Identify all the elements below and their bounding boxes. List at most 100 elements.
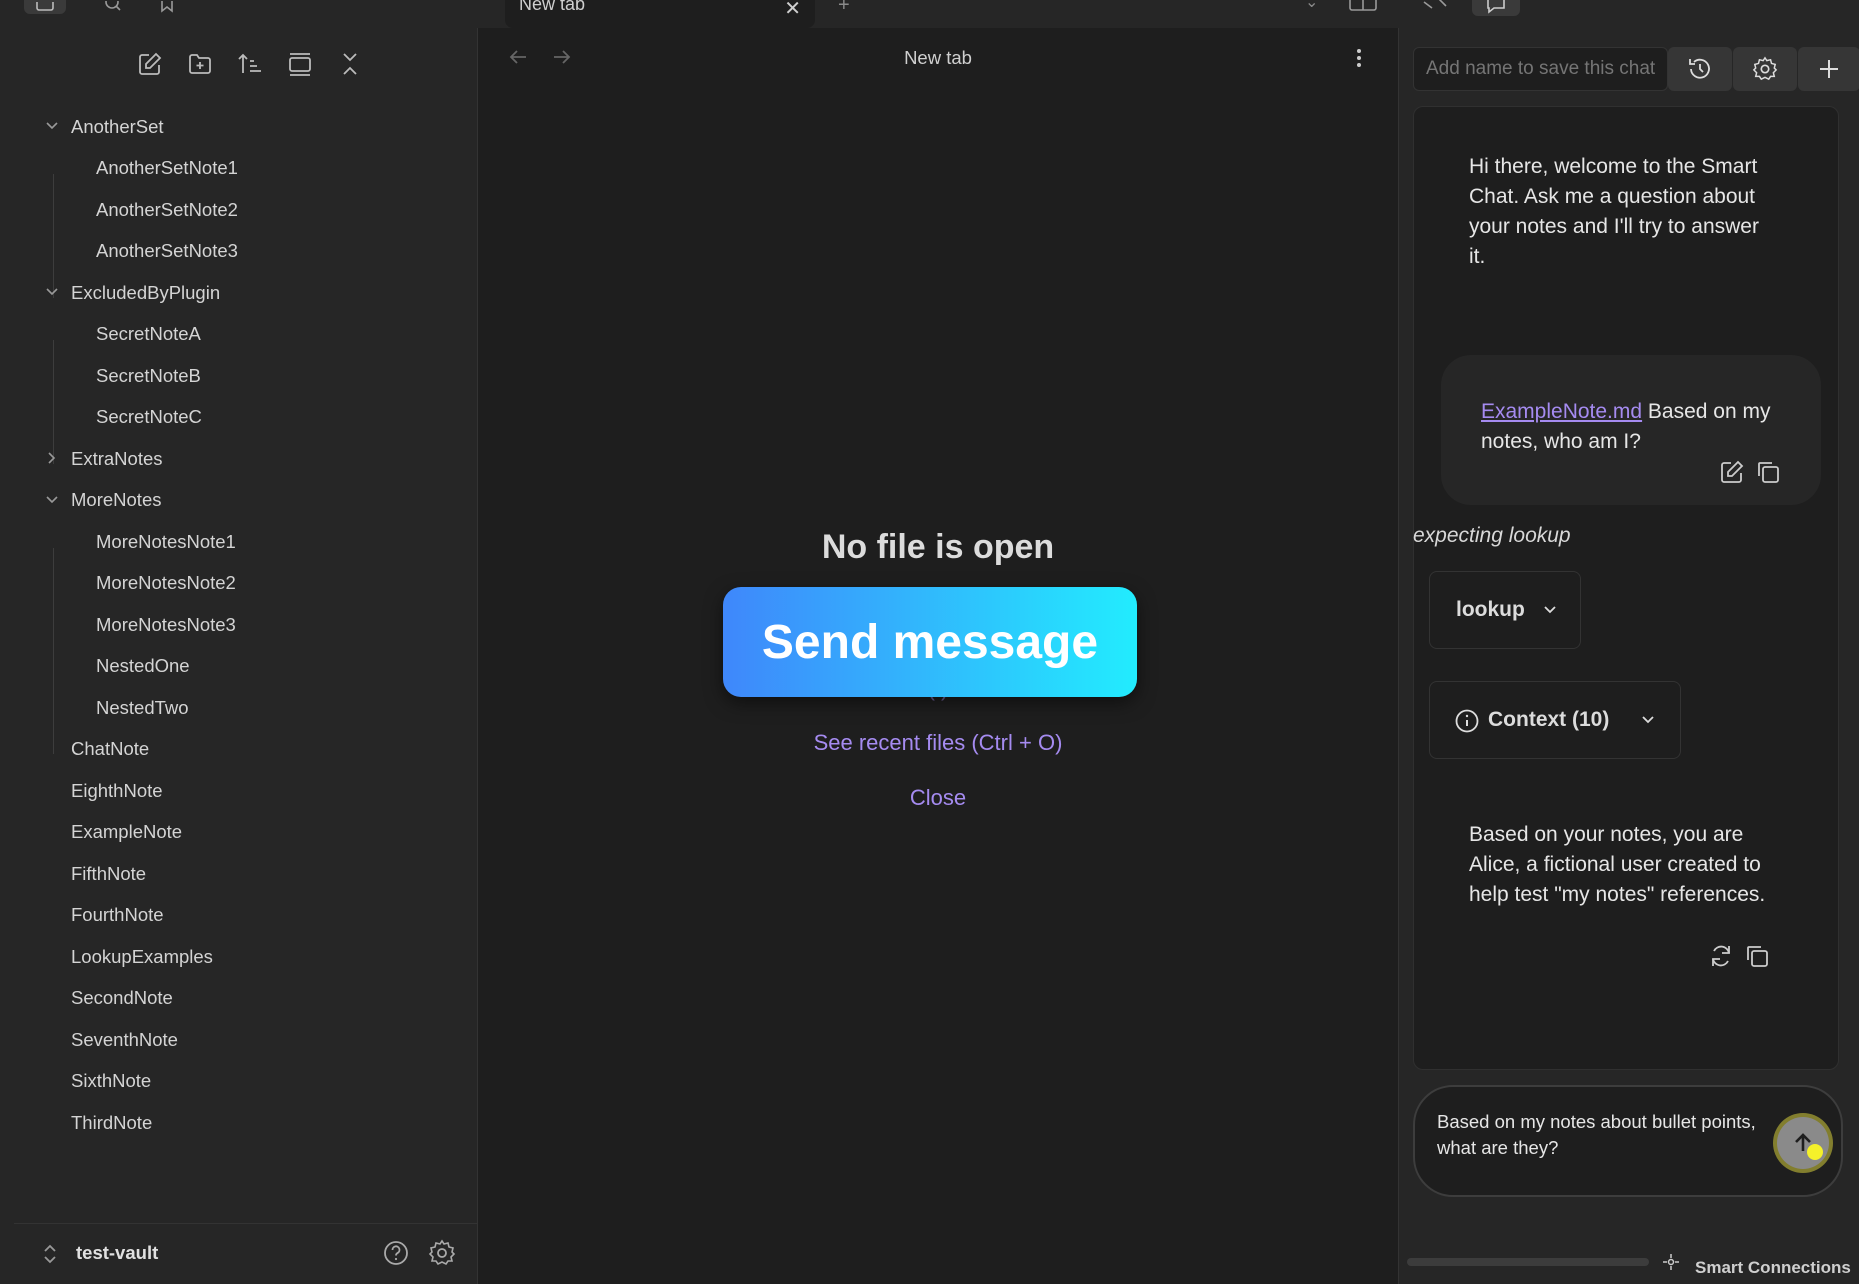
send-button[interactable] (1777, 1117, 1829, 1169)
tree-file[interactable]: SecretNoteB (14, 355, 478, 397)
tree-folder[interactable]: ExtraNotes (14, 438, 478, 480)
more-options-icon[interactable] (1355, 46, 1363, 70)
tab-list-chevron-icon[interactable]: ⌄ (1305, 0, 1318, 12)
answer-actions (1708, 943, 1770, 969)
split-view-icon[interactable] (1348, 0, 1378, 14)
user-message-text: ExampleNote.md Based on my notes, who am… (1481, 397, 1801, 457)
tree-file[interactable]: SeventhNote (14, 1019, 478, 1061)
sort-button[interactable] (234, 48, 266, 80)
tab-new-tab[interactable]: New tab ✕ (505, 0, 815, 28)
tree-item-label: EighthNote (71, 779, 163, 801)
recent-files-link[interactable]: See recent files (Ctrl + O) (479, 730, 1397, 756)
tree-file[interactable]: SecretNoteC (14, 397, 478, 439)
tree-file[interactable]: MoreNotesNote2 (14, 563, 478, 605)
tree-file[interactable]: AnotherSetNote3 (14, 231, 478, 273)
context-dropdown[interactable]: Context (10) (1429, 681, 1681, 759)
assistant-welcome-message: Hi there, welcome to the Smart Chat. Ask… (1469, 155, 1759, 268)
auto-reveal-button[interactable] (284, 48, 316, 80)
gear-icon (1752, 56, 1778, 81)
search-view-button[interactable] (92, 0, 134, 14)
copy-icon[interactable] (1744, 943, 1770, 969)
send-message-overlay-button[interactable]: Send message (723, 587, 1137, 697)
plus-icon (1820, 60, 1838, 78)
file-explorer: AnotherSet AnotherSetNote1 AnotherSetNote2… (14, 28, 478, 1284)
close-link[interactable]: Close (479, 785, 1397, 811)
tree-file[interactable]: ChatNote (14, 729, 478, 771)
vault-switcher-icon[interactable] (42, 1242, 58, 1266)
tab-close-icon[interactable]: ✕ (784, 0, 801, 21)
horizontal-scrollbar[interactable] (1407, 1258, 1649, 1266)
tree-folder[interactable]: AnotherSet (14, 106, 478, 148)
new-folder-icon (189, 54, 211, 74)
tab-title: New tab (519, 0, 586, 14)
file-explorer-toolbar (134, 48, 366, 80)
file-tree: AnotherSet AnotherSetNote1 AnotherSetNote2… (14, 106, 478, 1144)
tree-item-label: FifthNote (71, 862, 147, 884)
lookup-dropdown[interactable]: lookup (1429, 571, 1581, 649)
copy-icon[interactable] (1755, 459, 1781, 485)
tree-file[interactable]: FifthNote (14, 853, 478, 895)
tree-item-label: AnotherSet (71, 115, 164, 137)
tree-file[interactable]: SecretNoteA (14, 314, 478, 356)
tree-file[interactable]: ExampleNote (14, 812, 478, 854)
folder-icon (36, 2, 54, 11)
chat-history-button[interactable] (1668, 47, 1732, 91)
tree-file[interactable]: ThirdNote (14, 1102, 478, 1144)
smart-connections-label[interactable]: Smart Connections (1695, 1258, 1851, 1278)
tree-item-label: SecondNote (71, 987, 173, 1009)
chat-bubble-icon (1487, 0, 1505, 14)
tree-folder[interactable]: MoreNotes (14, 480, 478, 522)
chat-name-input[interactable] (1413, 47, 1668, 91)
tree-file[interactable]: NestedTwo (14, 687, 478, 729)
chevron-down-icon (46, 495, 58, 503)
edit-icon[interactable] (1719, 459, 1745, 485)
tree-item-label: SeventhNote (71, 1028, 178, 1050)
new-folder-button[interactable] (184, 48, 216, 80)
main-pane: New tab No file is open ( ) Send message… (479, 28, 1397, 1284)
chat-settings-button[interactable] (1733, 47, 1797, 91)
new-note-button[interactable] (134, 48, 166, 80)
new-tab-icon[interactable]: + (838, 0, 850, 17)
note-link[interactable]: ExampleNote.md (1481, 400, 1642, 423)
empty-state-title: No file is open (821, 528, 1055, 566)
tree-file[interactable]: AnotherSetNote1 (14, 148, 478, 190)
tree-item-label: SecretNoteA (96, 323, 201, 345)
smart-connections-icon[interactable] (1661, 1252, 1681, 1272)
title-bar: New tab ✕ + ⌄ (0, 0, 1859, 28)
bookmark-icon (161, 1, 173, 13)
auto-reveal-icon (289, 53, 311, 76)
chevron-down-icon (46, 288, 58, 296)
tree-file[interactable]: EighthNote (14, 770, 478, 812)
tree-file[interactable]: FourthNote (14, 895, 478, 937)
files-view-button[interactable] (24, 0, 66, 14)
tree-item-label: MoreNotesNote3 (96, 613, 236, 635)
chat-input[interactable]: Based on my notes about bullet points, w… (1413, 1085, 1843, 1197)
bookmarks-view-button[interactable] (146, 0, 188, 14)
tree-item-label: ThirdNote (71, 1111, 153, 1133)
tree-file[interactable]: MoreNotesNote1 (14, 521, 478, 563)
tree-item-label: ChatNote (71, 738, 150, 760)
send-message-label: Send message (761, 615, 1099, 669)
right-sidebar-toggle-icon[interactable] (1420, 0, 1450, 14)
smart-connections-footer: Smart Connections (1399, 1254, 1859, 1284)
regenerate-icon[interactable] (1708, 943, 1734, 969)
tree-file[interactable]: MoreNotesNote3 (14, 604, 478, 646)
tree-file[interactable]: SecondNote (14, 978, 478, 1020)
chevron-down-icon (46, 122, 58, 130)
tree-file[interactable]: SixthNote (14, 1061, 478, 1103)
tree-file[interactable]: AnotherSetNote2 (14, 189, 478, 231)
tree-folder[interactable]: ExcludedByPlugin (14, 272, 478, 314)
tree-file[interactable]: NestedOne (14, 646, 478, 688)
new-chat-button[interactable] (1798, 47, 1859, 91)
chat-input-text[interactable]: Based on my notes about bullet points, w… (1437, 1109, 1757, 1161)
smart-chat-view-button[interactable] (1472, 0, 1520, 16)
settings-gear-icon[interactable] (428, 1239, 456, 1267)
vault-name[interactable]: test-vault (76, 1242, 158, 1264)
tree-item-label: ExampleNote (71, 821, 183, 843)
lookup-label: lookup (1456, 598, 1525, 621)
tree-item-label: ExtraNotes (71, 447, 163, 469)
tree-file[interactable]: LookupExamples (14, 936, 478, 978)
collapse-all-button[interactable] (334, 48, 366, 80)
app-window: New tab ✕ + ⌄ AnotherSet AnotherSetNote1… (0, 0, 1859, 1284)
help-icon[interactable] (382, 1239, 410, 1267)
